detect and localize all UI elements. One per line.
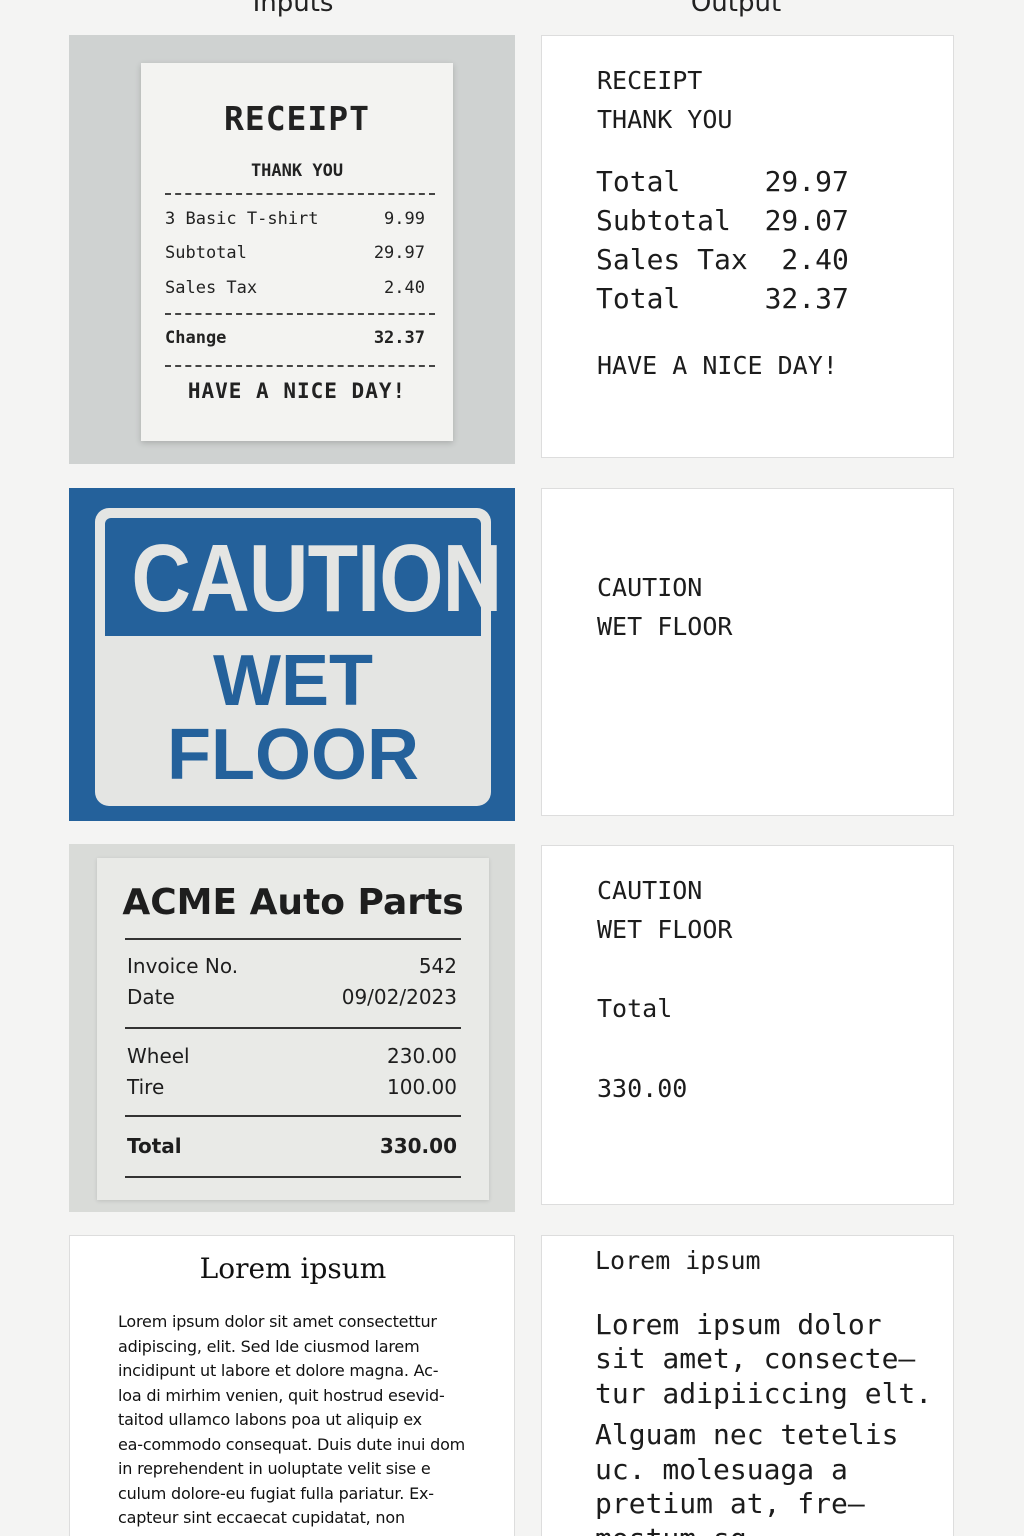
invoice-rule: [125, 938, 461, 940]
invoice-paper: ACME Auto Parts Invoice No. 542 Date 09/…: [97, 858, 489, 1200]
caution-output-panel: CAUTION WET FLOOR: [541, 488, 954, 816]
lorem-body: Lorem ipsum dolor sit amet consectettur …: [118, 1310, 475, 1531]
invoice-title: ACME Auto Parts: [122, 882, 464, 923]
output-row: Total 32.37: [596, 282, 849, 315]
receipt-row-value: 2.40: [384, 278, 425, 298]
receipt-change-label: Change: [165, 328, 227, 348]
invoice-date-label: Date: [127, 985, 175, 1009]
output-line: CAUTION: [597, 573, 703, 602]
lorem-input-panel: Lorem ipsum Lorem ipsum dolor sit amet c…: [69, 1235, 515, 1536]
caution-sign-input-panel: CAUTION WET FLOOR: [69, 488, 515, 821]
output-line: CAUTION: [597, 876, 703, 905]
output-row: Sales Tax 2.40: [596, 243, 849, 276]
output-title: Lorem ipsum: [595, 1246, 761, 1275]
sign-wet-text: WET: [213, 641, 373, 721]
lorem-line: ea-commodo consequat. Duis dute inui dom: [118, 1434, 466, 1454]
lorem-line: capteur sint eccaecat cupidatat, non: [118, 1508, 405, 1527]
output-row: Subtotal 29.07: [596, 204, 849, 237]
output-line: Alguam nec tetelis: [595, 1418, 899, 1451]
receipt-row-value: 29.97: [373, 243, 425, 263]
receipt-divider: [165, 365, 435, 367]
output-line: pretium at, fre–: [595, 1487, 865, 1520]
output-line: THANK YOU: [597, 105, 733, 134]
receipt-input-panel: RECEIPT THANK YOU 3 Basic T-shirt 9.99 S…: [69, 35, 515, 464]
caution-band: CAUTION: [105, 518, 502, 636]
invoice-date-value: 09/02/2023: [341, 985, 457, 1009]
receipt-subtitle: THANK YOU: [250, 161, 344, 181]
receipt-footer: HAVE A NICE DAY!: [187, 379, 407, 403]
output-total-value: 330.00: [597, 1074, 688, 1103]
output-line: tur adipiiccing elt.: [595, 1377, 933, 1410]
receipt-change-value: 32.37: [373, 328, 425, 348]
invoice-number-label: Invoice No.: [127, 954, 239, 978]
lorem-line: in reprehendent in uoluptate velit sise …: [118, 1459, 431, 1478]
lorem-line: Lorem ipsum dolor sit amet consectettur: [118, 1312, 437, 1331]
invoice-total-label: Total: [127, 1134, 182, 1158]
lorem-line: loa di mirhim venien, quit hostrud esevi…: [118, 1385, 445, 1405]
invoice-input-panel: ACME Auto Parts Invoice No. 542 Date 09/…: [69, 844, 515, 1212]
output-line: mostum sg: [595, 1522, 747, 1536]
invoice-item-label: Wheel: [127, 1044, 190, 1068]
receipt-row-label: Subtotal: [165, 243, 247, 263]
receipt-output-panel: RECEIPT THANK YOU Total 29.97 Subtotal 2…: [541, 35, 954, 458]
output-line: sit amet, consecte–: [595, 1342, 916, 1375]
output-line: WET FLOOR: [597, 915, 733, 944]
receipt-row-label: Sales Tax: [165, 278, 258, 298]
output-column-header: Output: [690, 0, 782, 18]
inputs-column-header: Inputs: [252, 0, 334, 18]
caution-sign: CAUTION WET FLOOR: [95, 508, 502, 806]
lorem-line: adipiscing, elit. Sed lde ciusmod larem: [118, 1336, 420, 1356]
output-line: uc. molesuaga a: [595, 1453, 848, 1486]
invoice-total-value: 330.00: [379, 1134, 457, 1158]
invoice-item-value: 100.00: [387, 1075, 457, 1099]
invoice-item-value: 230.00: [387, 1044, 457, 1068]
output-total-label: Total: [597, 994, 673, 1023]
invoice-item-label: Tire: [127, 1075, 165, 1099]
output-line: RECEIPT: [597, 66, 703, 95]
output-line: WET FLOOR: [597, 612, 733, 641]
invoice-rule: [125, 1176, 461, 1178]
lorem-line: taitod ullamco labons poa ut aliquip ex: [118, 1410, 422, 1429]
output-footer: HAVE A NICE DAY!: [597, 351, 838, 380]
lorem-line: culum dolore-eu fugiat fulla pariatur. E…: [118, 1483, 434, 1503]
invoice-rule: [125, 1027, 461, 1029]
invoice-output-panel: CAUTION WET FLOOR Total 330.00: [541, 845, 954, 1205]
lorem-line: incidipunt ut labore et dolore magna. Ac…: [118, 1361, 439, 1380]
output-line: Lorem ipsum dolor: [595, 1308, 882, 1341]
receipt-divider: [165, 193, 435, 195]
receipt-paper: RECEIPT THANK YOU 3 Basic T-shirt 9.99 S…: [141, 63, 453, 441]
sign-caution-text: CAUTION: [131, 525, 502, 632]
output-row: Total 29.97: [596, 165, 849, 198]
lorem-output-panel: Lorem ipsum Lorem ipsum dolor sit amet, …: [541, 1235, 954, 1536]
receipt-row-label: 3 Basic T-shirt: [165, 209, 319, 229]
receipt-divider: [165, 313, 435, 315]
sign-floor-text: FLOOR: [167, 715, 419, 795]
receipt-row-value: 9.99: [384, 209, 425, 229]
receipt-title: RECEIPT: [223, 99, 371, 138]
invoice-number-value: 542: [418, 954, 457, 978]
lorem-title: Lorem ipsum: [199, 1252, 387, 1285]
invoice-rule: [125, 1115, 461, 1117]
